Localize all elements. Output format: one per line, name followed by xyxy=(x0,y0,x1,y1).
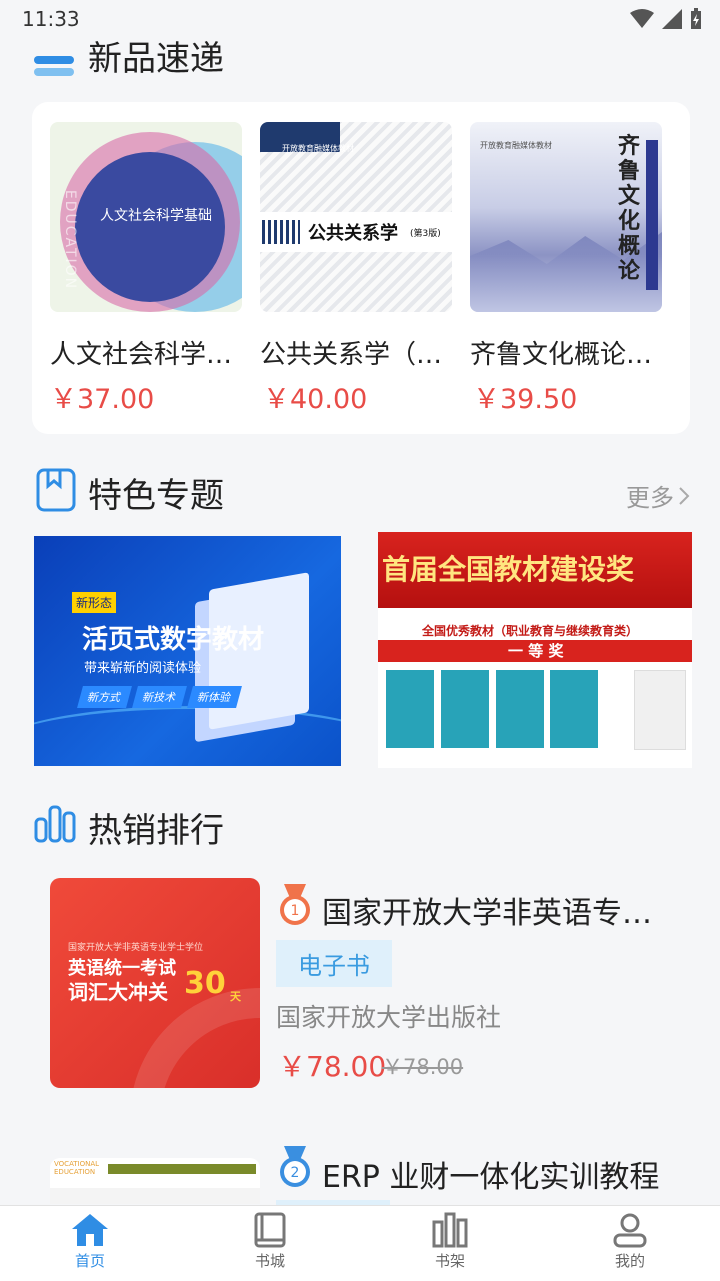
bookmark-icon xyxy=(36,468,76,512)
more-link[interactable]: 更多 xyxy=(626,478,690,513)
book-price-3: ￥39.50 xyxy=(473,384,578,415)
book-cover-2-edition: (第3版) xyxy=(410,229,441,239)
tab-home[interactable]: 首页 xyxy=(0,1206,180,1281)
svg-text:2: 2 xyxy=(291,1165,300,1181)
banner1-title: 活页式数字教材 xyxy=(82,625,265,655)
book-cover-1-text: 人文社会科学基础 xyxy=(100,208,212,224)
chevron-right-icon xyxy=(679,486,690,505)
rank-1-badge-icon: 1 xyxy=(280,884,310,925)
rank-cover-1-top: 国家开放大学非英语专业学士学位 xyxy=(68,943,204,953)
rank-price-1: ￥78.00 xyxy=(278,1050,387,1083)
rank-cover-1-line2: 词汇大冲关 xyxy=(68,980,168,1004)
book-price-1: ￥37.00 xyxy=(50,384,155,415)
bottom-tab-bar: 首页 书城 书架 我的 xyxy=(0,1205,720,1281)
book-title-1[interactable]: 人文社会科学… xyxy=(50,334,235,371)
new-books-title: 新品速递 xyxy=(88,40,224,78)
rank-cover-2[interactable]: VOCATIONAL EDUCATION xyxy=(50,1158,260,1204)
tab-bookstore[interactable]: 书城 xyxy=(180,1206,360,1281)
home-icon xyxy=(72,1214,108,1246)
rank-2-badge-icon: 2 xyxy=(280,1146,310,1187)
battery-icon xyxy=(691,8,701,29)
wifi-icon xyxy=(630,9,654,28)
bestsellers-title: 热销排行 xyxy=(88,811,224,851)
banner-digital-textbook[interactable]: 新形态 活页式数字教材 带来崭新的阅读体验 新方式 新技术 新体验 xyxy=(34,536,341,766)
signal-icon xyxy=(662,9,682,29)
svg-text:1: 1 xyxy=(291,903,300,919)
rank-old-price-1: ￥78.00 xyxy=(382,1055,464,1079)
status-time: 11:33 xyxy=(22,7,80,31)
rank-cover-1-num: 30 xyxy=(184,966,226,1001)
book-cover-2-text: 公共关系学 xyxy=(308,223,398,244)
book-cover-1-sub: EDUCATION xyxy=(62,189,79,291)
banner1-subtitle: 带来崭新的阅读体验 xyxy=(84,661,202,676)
book-icon xyxy=(254,1212,286,1248)
more-label: 更多 xyxy=(626,484,674,512)
user-icon xyxy=(613,1213,647,1248)
rank-publisher-1: 国家开放大学出版社 xyxy=(276,1003,502,1032)
banner1-tag: 新形态 xyxy=(72,592,117,613)
banner-textbook-award[interactable]: 首届全国教材建设奖 全国优秀教材（职业教育与继续教育类） 一 等 奖 xyxy=(378,532,692,768)
book-title-3[interactable]: 齐鲁文化概论… xyxy=(470,334,655,371)
book-cover-1[interactable]: 人文社会科学基础 EDUCATION xyxy=(50,122,242,312)
rank-cover-1-unit: 天 xyxy=(230,990,241,1003)
book-cover-3-text: 齐鲁文化概论 xyxy=(618,134,641,284)
rank-cover-2-top: VOCATIONAL EDUCATION xyxy=(54,1160,100,1176)
tab-home-label: 首页 xyxy=(74,1252,105,1270)
banner1-pill-1: 新方式 xyxy=(77,686,132,708)
status-icons xyxy=(630,8,702,30)
bar-chart-icon xyxy=(34,805,76,843)
tab-bookshelf[interactable]: 书架 xyxy=(360,1206,540,1281)
status-bar: 11:33 xyxy=(0,0,720,36)
featured-title: 特色专题 xyxy=(88,476,224,516)
tab-profile[interactable]: 我的 xyxy=(540,1206,720,1281)
book-cover-3[interactable]: 开放教育融媒体教材 齐鲁文化概论 xyxy=(470,122,662,312)
tab-bookshelf-label: 书架 xyxy=(434,1252,465,1270)
rank-title-2[interactable]: ERP 业财一体化实训教程 xyxy=(322,1152,702,1196)
banner2-subtitle: 全国优秀教材（职业教育与继续教育类） xyxy=(422,624,639,638)
rank-cover-1[interactable]: 国家开放大学非英语专业学士学位 英语统一考试 词汇大冲关 30 天 xyxy=(50,878,260,1088)
rank-title-1[interactable]: 国家开放大学非英语专… xyxy=(322,888,662,932)
banner1-pill-3: 新体验 xyxy=(187,686,242,708)
tab-profile-label: 我的 xyxy=(614,1252,645,1270)
new-books-icon xyxy=(34,56,74,76)
banner2-award: 一 等 奖 xyxy=(508,642,564,660)
book-cover-3-top: 开放教育融媒体教材 xyxy=(480,141,552,150)
rank-tag-1: 电子书 xyxy=(276,940,392,987)
tab-bookstore-label: 书城 xyxy=(254,1252,285,1270)
banner1-pill-2: 新技术 xyxy=(132,686,187,708)
book-cover-2[interactable]: 开放教育融媒体教材 公共关系学 (第3版) xyxy=(260,122,452,312)
book-price-2: ￥40.00 xyxy=(263,384,368,415)
bookshelf-icon xyxy=(432,1212,468,1248)
banner2-title: 首届全国教材建设奖 xyxy=(382,553,635,586)
book-title-2[interactable]: 公共关系学（… xyxy=(260,334,445,371)
book-cover-2-top: 开放教育融媒体教材 xyxy=(282,144,354,153)
